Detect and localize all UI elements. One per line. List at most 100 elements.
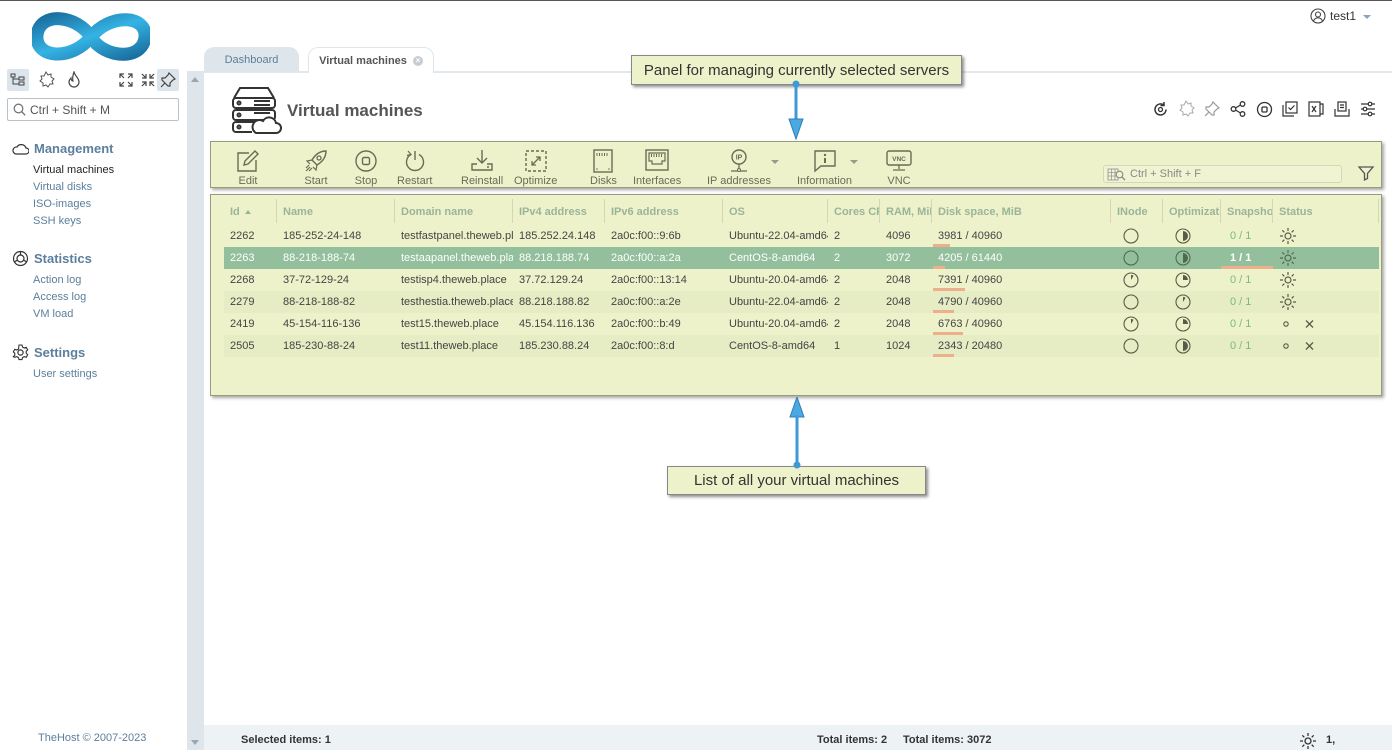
sidebar-item-virtual-machines[interactable]: Virtual machines [33, 162, 114, 179]
scroll-down-icon[interactable] [191, 740, 199, 745]
sidebar-item-access-log[interactable]: Access log [33, 289, 92, 306]
expand-all-button[interactable] [115, 69, 137, 91]
column-header-domain[interactable]: Domain name [395, 199, 513, 223]
column-header-name[interactable]: Name [277, 199, 395, 223]
sidebar-search-input[interactable]: Ctrl + Shift + M [7, 98, 179, 121]
print-button[interactable] [1332, 99, 1352, 119]
optimize-button[interactable]: Optimize [514, 148, 557, 187]
favorites-button[interactable] [35, 69, 57, 91]
star-badge-icon [1179, 100, 1195, 117]
edit-label: Edit [238, 175, 258, 187]
column-header-snapshots[interactable]: Snapshots [1221, 199, 1273, 223]
column-header-ipv6[interactable]: IPv6 address [605, 199, 723, 223]
table-row[interactable]: 2262 185-252-24-148 testfastpanel.theweb.p… [224, 225, 1379, 247]
sidebar-item-action-log[interactable]: Action log [33, 272, 92, 289]
column-header-inode[interactable]: INode [1111, 199, 1163, 223]
table-row[interactable]: 2419 45-154-116-136 test15.theweb.place 45.… [224, 313, 1379, 335]
export-excel-button[interactable] [1306, 99, 1326, 119]
disks-button[interactable]: Disks [590, 148, 617, 187]
column-header-os[interactable]: OS [723, 199, 828, 223]
nav-head-settings[interactable]: Settings [12, 343, 97, 361]
pin-icon [160, 72, 176, 88]
select-all-button[interactable] [1280, 99, 1300, 119]
star-badge-icon [39, 71, 55, 88]
column-header-optimization[interactable]: Optimization [1163, 199, 1221, 223]
nav-head-management[interactable]: Management [12, 139, 114, 157]
pin-button[interactable] [1202, 99, 1222, 119]
stop-button[interactable]: Stop [353, 148, 379, 187]
chevron-down-icon[interactable] [771, 160, 780, 164]
stop-all-button[interactable] [1254, 99, 1274, 119]
sidebar-item-ssh-keys[interactable]: SSH keys [33, 213, 114, 230]
restart-label: Restart [397, 175, 433, 187]
cell-os: Ubuntu-22.04-amd64 [729, 230, 828, 242]
share-button[interactable] [1228, 99, 1248, 119]
cell-name: 88-218-188-74 [283, 252, 356, 264]
column-header-cores[interactable]: Cores CPU [828, 199, 880, 223]
grid-search-input[interactable]: Ctrl + Shift + F [1103, 165, 1342, 183]
tab-virtual-machines[interactable]: Virtual machines × [308, 47, 434, 73]
table-row[interactable]: 2263 88-218-188-74 testaapanel.theweb.plac… [224, 247, 1379, 269]
table-row[interactable]: 2505 185-230-88-24 test11.theweb.place 185.… [224, 335, 1379, 357]
column-header-disk[interactable]: Disk space, MiB [932, 199, 1111, 223]
running-status-icon [1300, 733, 1316, 749]
scroll-up-icon[interactable] [191, 77, 199, 82]
column-header-ram[interactable]: RAM, MiB [880, 199, 932, 223]
inode-usage-icon [1123, 294, 1139, 310]
edit-button[interactable]: Edit [235, 148, 261, 187]
disk-usage-text: 3981 / 40960 [938, 230, 1003, 242]
cell-os: CentOS-8-amd64 [729, 252, 816, 264]
sidebar-item-vm-load[interactable]: VM load [33, 306, 92, 323]
vnc-button[interactable]: VNC VNC [886, 148, 912, 187]
close-tab-icon[interactable]: × [412, 55, 423, 66]
refresh-button[interactable] [1150, 99, 1170, 119]
cell-id: 2262 [230, 230, 255, 242]
tab-dashboard[interactable]: Dashboard [204, 47, 299, 72]
sidebar-item-virtual-disks[interactable]: Virtual disks [33, 179, 114, 196]
column-header-label: IPv4 address [519, 206, 587, 218]
grid-header: Id Name Domain name IPv4 address IPv6 addres… [224, 199, 1379, 223]
table-row[interactable]: 2279 88-218-188-82 testhestia.theweb.place… [224, 291, 1379, 313]
cell-cores: 2 [834, 318, 841, 330]
chevron-down-icon[interactable] [850, 160, 859, 164]
interfaces-button[interactable]: Interfaces [633, 148, 681, 187]
user-menu[interactable]: test1 [1310, 8, 1372, 24]
cell-domain: testfastpanel.theweb.place [401, 230, 513, 242]
collapse-all-button[interactable] [137, 69, 159, 91]
column-header-status[interactable]: Status [1273, 199, 1379, 223]
cell-cores: 2 [834, 230, 841, 242]
table-row[interactable]: 2268 37-72-129-24 testisp4.theweb.place 37.… [224, 269, 1379, 291]
column-header-label: Disk space, MiB [938, 206, 1022, 218]
filter-icon[interactable] [1357, 164, 1375, 182]
info-icon [813, 150, 836, 173]
tree-view-button[interactable] [7, 69, 29, 91]
restart-button[interactable]: Restart [397, 148, 432, 187]
vnc-icon: VNC [886, 150, 912, 171]
optimization-usage-icon [1175, 338, 1191, 354]
reinstall-button[interactable]: Reinstall [461, 148, 503, 187]
pin-sidebar-button[interactable] [157, 69, 179, 91]
sidebar-scrollbar[interactable] [187, 71, 204, 750]
annotation-arrow-up-icon [789, 397, 805, 469]
column-header-id[interactable]: Id [224, 199, 277, 223]
thehost-logo[interactable] [32, 7, 150, 67]
cell-ipv6: 2a0c:f00::a:2a [611, 252, 681, 264]
nav-head-statistics[interactable]: Statistics [12, 249, 92, 267]
hot-button[interactable] [63, 69, 85, 91]
status-stopped-icon [1283, 320, 1314, 328]
sidebar-item-iso-images[interactable]: ISO-images [33, 196, 114, 213]
cell-os: Ubuntu-20.04-amd64 [729, 318, 828, 330]
favorite-button[interactable] [1176, 99, 1196, 119]
column-header-label: Snapshots [1227, 206, 1273, 218]
ip-addresses-button[interactable]: IP IP addresses [707, 148, 780, 187]
stop-label: Stop [354, 175, 378, 187]
information-button[interactable]: Information [797, 148, 859, 187]
column-header-ipv4[interactable]: IPv4 address [513, 199, 605, 223]
status-running-icon [1280, 294, 1296, 310]
cell-name: 185-252-24-148 [283, 230, 362, 242]
settings-button[interactable] [1358, 99, 1378, 119]
sidebar-item-user-settings[interactable]: User settings [33, 366, 97, 383]
ip-addresses-label: IP addresses [707, 175, 772, 187]
start-button[interactable]: Start [303, 148, 329, 187]
column-header-label: Name [283, 206, 313, 218]
